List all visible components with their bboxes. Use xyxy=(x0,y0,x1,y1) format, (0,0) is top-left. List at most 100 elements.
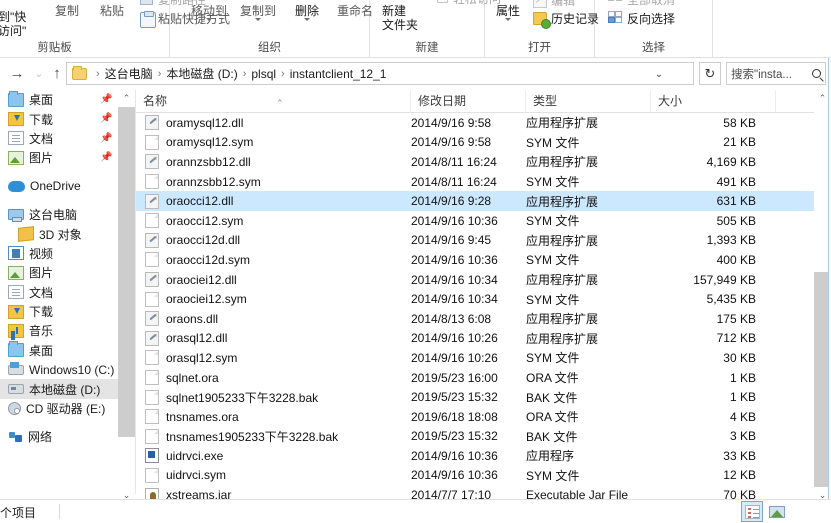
table-row[interactable]: oraocci12d.dll 2014/9/16 9:45 应用程序扩展 1,3… xyxy=(136,231,814,251)
sidebar-item-downloads[interactable]: 下载 xyxy=(0,302,118,321)
select-none-icon xyxy=(608,0,623,3)
pin-icon[interactable]: 📌 xyxy=(100,152,112,163)
plain-file-icon xyxy=(145,350,159,366)
table-row[interactable]: tnsnames1905233下午3228.bak 2019/5/23 15:3… xyxy=(136,427,814,447)
table-row[interactable]: oramysql12.sym 2014/9/16 9:58 SYM 文件 21 … xyxy=(136,133,814,153)
table-row[interactable]: oraons.dll 2014/8/13 6:08 应用程序扩展 175 KB xyxy=(136,309,814,329)
table-row[interactable]: orasql12.sym 2014/9/16 10:26 SYM 文件 30 K… xyxy=(136,348,814,368)
table-row[interactable]: sqlnet1905233下午3228.bak 2019/5/23 15:32 … xyxy=(136,387,814,407)
table-row[interactable]: oraocci12.sym 2014/9/16 10:36 SYM 文件 505… xyxy=(136,211,814,231)
table-row[interactable]: tnsnames.ora 2019/6/18 18:08 ORA 文件 4 KB xyxy=(136,407,814,427)
column-header-size[interactable]: 大小 xyxy=(651,90,776,112)
invert-selection-button[interactable]: 反向选择 xyxy=(627,12,675,26)
status-divider xyxy=(59,504,60,519)
sidebar-item-music[interactable]: 音乐 xyxy=(0,321,118,340)
ribbon-toolbar: 剪贴板 到"快 访问" 复制 粘贴 复制路径 粘贴快捷方式 组织 移动到 复制到… xyxy=(0,0,831,58)
status-bar: 个项目 xyxy=(0,499,831,523)
sidebar-item-desktop[interactable]: 桌面 xyxy=(0,341,118,360)
breadcrumb-item-1[interactable]: 本地磁盘 (D:) xyxy=(166,65,237,82)
nav-scrollbar-track[interactable] xyxy=(118,107,135,487)
sidebar-item-quick-pictures[interactable]: 图片 📌 xyxy=(0,148,118,167)
sidebar-item-label: 图片 xyxy=(29,151,54,166)
nav-scroll-up-button[interactable]: ⌃ xyxy=(118,90,135,107)
file-type: SYM 文件 xyxy=(526,214,580,229)
column-header-name[interactable]: 名称 ⌃ xyxy=(136,90,411,112)
paste-button[interactable]: 粘贴 xyxy=(93,4,131,18)
pin-icon[interactable]: 📌 xyxy=(100,113,112,124)
file-name: orasql12.sym xyxy=(166,350,238,365)
column-header-type[interactable]: 类型 xyxy=(526,90,651,112)
breadcrumb-separator-2: › xyxy=(242,67,247,80)
sidebar-item-3d-objects[interactable]: 3D 对象 xyxy=(0,224,118,243)
move-to-button[interactable]: 移动到 xyxy=(186,4,232,21)
table-row[interactable]: oraocci12d.sym 2014/9/16 10:36 SYM 文件 40… xyxy=(136,250,814,270)
nav-scrollbar-thumb[interactable] xyxy=(118,107,135,437)
sort-ascending-icon: ⌃ xyxy=(276,98,284,108)
new-folder-label-line1: 新建 xyxy=(382,4,407,18)
table-row[interactable]: oraociei12.sym 2014/9/16 10:34 SYM 文件 5,… xyxy=(136,289,814,309)
properties-button[interactable]: 属性 xyxy=(490,4,526,21)
file-name: oraocci12.sym xyxy=(166,213,244,228)
sidebar-item-documents[interactable]: 文档 xyxy=(0,283,118,302)
sidebar-item-videos[interactable]: 视频 xyxy=(0,244,118,263)
column-header-date[interactable]: 修改日期 xyxy=(411,90,526,112)
table-row[interactable]: oraocci12.dll 2014/9/16 9:28 应用程序扩展 631 … xyxy=(136,191,814,211)
file-name: sqlnet1905233下午3228.bak xyxy=(166,390,319,405)
table-row[interactable]: sqlnet.ora 2019/5/23 16:00 ORA 文件 1 KB xyxy=(136,368,814,388)
history-button[interactable]: 历史记录 xyxy=(551,12,599,26)
sidebar-item-pictures[interactable]: 图片 xyxy=(0,263,118,282)
sidebar-item-this-pc[interactable]: 这台电脑 xyxy=(0,205,118,224)
sidebar-item-cd-drive-e[interactable]: CD 驱动器 (E:) xyxy=(0,399,118,418)
large-icons-view-button[interactable] xyxy=(765,501,787,522)
sidebar-item-onedrive[interactable]: OneDrive xyxy=(0,177,118,196)
table-row[interactable]: oramysql12.dll 2014/9/16 9:58 应用程序扩展 58 … xyxy=(136,113,814,133)
breadcrumb-item-0[interactable]: 这台电脑 xyxy=(105,65,153,82)
table-row[interactable]: uidrvci.sym 2014/9/16 10:36 SYM 文件 12 KB xyxy=(136,466,814,486)
file-name-cell: orannzsbb12.dll xyxy=(136,154,411,170)
sidebar-item-label: 3D 对象 xyxy=(39,227,82,242)
table-row[interactable]: uidrvci.exe 2014/9/16 10:36 应用程序 33 KB xyxy=(136,446,814,466)
history-icon xyxy=(533,12,551,29)
sidebar-item-quick-documents[interactable]: 文档 📌 xyxy=(0,129,118,148)
search-input[interactable]: 搜索"insta... xyxy=(726,62,826,85)
table-row[interactable]: orasql12.dll 2014/9/16 10:26 应用程序扩展 712 … xyxy=(136,329,814,349)
sidebar-item-quick-desktop[interactable]: 桌面 📌 xyxy=(0,90,118,109)
copy-to-button[interactable]: 复制到 xyxy=(235,4,281,21)
table-row[interactable]: orannzsbb12.sym 2014/8/11 16:24 SYM 文件 4… xyxy=(136,172,814,192)
up-button[interactable]: ↑ xyxy=(48,66,66,82)
recent-locations-button[interactable]: ⌄ xyxy=(30,66,48,82)
pin-to-quick-access-button[interactable]: 到"快 访问" xyxy=(0,10,40,38)
easy-access-checkbox-icon[interactable] xyxy=(437,0,448,3)
plain-file-icon xyxy=(145,134,159,150)
new-folder-button[interactable]: 新建 文件夹 xyxy=(382,4,428,32)
breadcrumb-item-3[interactable]: instantclient_12_1 xyxy=(290,67,387,81)
ribbon-group-select: 选择 xyxy=(595,0,713,57)
file-name: oraocci12d.sym xyxy=(166,252,251,267)
refresh-button[interactable]: ↻ xyxy=(699,62,721,85)
navigation-pane-scrollbar[interactable]: ⌃ ⌄ xyxy=(118,90,135,504)
forward-icon: → xyxy=(9,65,25,82)
file-name-cell: sqlnet1905233下午3228.bak xyxy=(136,389,411,406)
file-name-cell: oramysql12.dll xyxy=(136,115,411,131)
forward-button[interactable]: → xyxy=(8,66,26,82)
table-row[interactable]: oraociei12.dll 2014/9/16 10:34 应用程序扩展 15… xyxy=(136,270,814,290)
details-view-button[interactable] xyxy=(741,501,763,522)
file-name: tnsnames1905233下午3228.bak xyxy=(166,429,339,444)
breadcrumb-item-2[interactable]: plsql xyxy=(251,67,276,81)
sidebar-item-windows-c[interactable]: Windows10 (C:) xyxy=(0,360,118,379)
address-chevron-down-icon[interactable]: ⌄ xyxy=(651,67,667,82)
sidebar-item-label: OneDrive xyxy=(30,179,81,194)
select-none-button[interactable]: 全部取消 xyxy=(627,0,675,7)
table-row[interactable]: orannzsbb12.dll 2014/8/11 16:24 应用程序扩展 4… xyxy=(136,152,814,172)
pin-icon[interactable]: 📌 xyxy=(100,94,112,105)
file-type: ORA 文件 xyxy=(526,371,579,386)
sidebar-item-quick-downloads[interactable]: 下载 📌 xyxy=(0,109,118,128)
edit-button[interactable]: 编辑 xyxy=(551,0,575,8)
sidebar-item-network[interactable]: 网络 xyxy=(0,427,118,446)
copy-button[interactable]: 复制 xyxy=(48,4,86,18)
sidebar-item-local-disk-d[interactable]: 本地磁盘 (D:) xyxy=(0,379,118,399)
pin-icon[interactable]: 📌 xyxy=(100,133,112,144)
breadcrumb-address-input[interactable]: › 这台电脑 › 本地磁盘 (D:) › plsql › instantclie… xyxy=(66,62,694,85)
folder-documents-icon xyxy=(8,131,24,146)
delete-button[interactable]: 删除 xyxy=(288,4,326,21)
